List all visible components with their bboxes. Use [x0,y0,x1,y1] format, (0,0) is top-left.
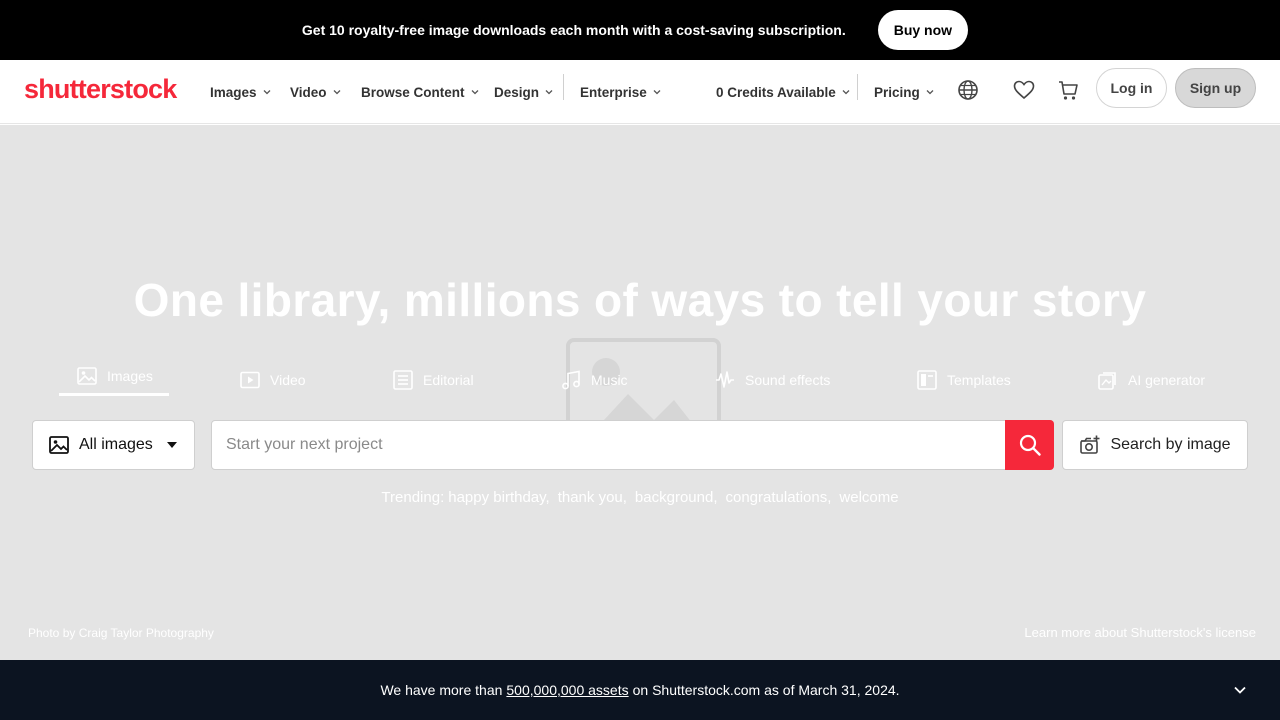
trending-link[interactable]: happy birthday, [448,489,549,506]
video-icon [240,371,260,389]
active-tab-indicator [59,393,169,396]
photo-credit-label: Photo [28,626,60,640]
pricing-dropdown[interactable]: Pricing [874,80,934,104]
nav-divider [563,74,564,100]
search-button[interactable] [1005,420,1054,470]
camera-search-icon [1080,435,1100,454]
assets-count-link[interactable]: 500,000,000 assets [506,682,628,698]
tab-editorial-label: Editorial [423,372,474,388]
nav-video-label: Video [290,84,327,100]
assets-prefix: We have more than [380,682,503,698]
credits-label: 0 Credits Available [716,84,836,100]
chevron-down-icon [842,88,850,96]
tab-sound-effects[interactable]: Sound effects [715,365,830,395]
tab-video-label: Video [270,372,306,388]
search-by-image-button[interactable]: Search by image [1062,420,1248,470]
nav-enterprise-label: Enterprise [580,84,647,100]
nav-images[interactable]: Images [210,80,271,104]
tab-ai-generator-label: AI generator [1128,372,1206,388]
site-header: shutterstock Images Video Browse Content… [0,60,1280,124]
chevron-down-icon[interactable] [1234,684,1246,696]
tab-video[interactable]: Video [240,365,306,395]
credits-dropdown[interactable]: 0 Credits Available [716,80,850,104]
login-button[interactable]: Log in [1096,68,1167,108]
tab-sound-effects-label: Sound effects [745,372,831,388]
editorial-icon [393,370,413,390]
assets-suffix: on Shutterstock.com as of March 31, 2024… [632,682,900,698]
tab-templates[interactable]: Templates [917,365,1011,395]
trending-link[interactable]: congratulations, [725,489,831,506]
trending-link[interactable]: welcome [839,489,898,506]
chevron-down-icon [545,88,553,96]
license-link[interactable]: Shutterstock's license [1131,625,1256,640]
chevron-down-icon [263,88,271,96]
globe-icon[interactable] [954,76,982,104]
search-icon [1019,434,1041,456]
photo-credit-author[interactable]: Craig Taylor Photography [79,626,214,640]
tab-images[interactable]: Images [77,361,153,391]
photo-credit: Photo by Craig Taylor Photography [28,626,214,640]
nav-images-label: Images [210,84,257,100]
chevron-down-icon [471,88,479,96]
chevron-down-icon [926,88,934,96]
waveform-icon [716,371,734,388]
trending-row: Trending: happy birthday, thank you, bac… [0,489,1280,506]
tab-images-label: Images [107,368,153,384]
search-by-image-label: Search by image [1110,436,1231,453]
nav-divider [857,74,858,100]
trending-label: Trending: [381,489,445,506]
ai-generator-icon [1098,372,1116,390]
tab-editorial[interactable]: Editorial [393,365,474,395]
chevron-down-icon [333,88,341,96]
chevron-down-icon [653,88,661,96]
music-icon [562,370,580,390]
nav-design-label: Design [494,84,540,100]
caret-down-icon [167,442,177,448]
cart-icon[interactable] [1054,76,1082,104]
pricing-label: Pricing [874,84,920,100]
nav-browse-content[interactable]: Browse Content [361,80,479,104]
image-icon [49,436,69,454]
search-input[interactable] [226,421,996,469]
license-note: Learn more about Shutterstock's license [1024,625,1256,640]
assets-info-bar: We have more than 500,000,000 assets on … [0,660,1280,720]
hero-title: One library, millions of ways to tell yo… [133,274,1147,326]
trending-link[interactable]: thank you, [558,489,627,506]
search-box [211,420,1054,470]
nav-enterprise[interactable]: Enterprise [580,80,661,104]
media-type-select[interactable]: All images [32,420,195,470]
tab-music-label: Music [591,372,628,388]
image-icon [77,367,97,385]
promo-banner: Get 10 royalty-free image downloads each… [0,0,1280,60]
license-prefix: Learn more about [1024,625,1128,640]
templates-icon [917,370,937,390]
media-type-label: All images [79,436,153,453]
tab-ai-generator[interactable]: AI generator [1098,365,1205,395]
tab-templates-label: Templates [947,372,1011,388]
signup-button[interactable]: Sign up [1175,68,1256,108]
nav-browse-content-label: Browse Content [361,84,465,100]
buy-now-button[interactable]: Buy now [877,10,969,50]
trending-link[interactable]: background, [635,489,718,506]
tab-music[interactable]: Music [561,365,628,395]
nav-video[interactable]: Video [290,80,341,104]
hero-section: One library, millions of ways to tell yo… [0,125,1280,660]
photo-credit-by: by [62,626,76,640]
promo-text: Get 10 royalty-free image downloads each… [301,22,846,38]
nav-design[interactable]: Design [494,80,553,104]
shutterstock-logo[interactable]: shutterstock [24,74,177,105]
heart-icon[interactable] [1010,76,1038,104]
